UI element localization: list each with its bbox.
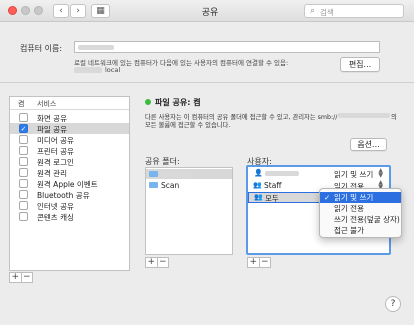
close-window-icon[interactable] — [8, 6, 17, 15]
service-add-remove: + − — [9, 272, 33, 283]
search-input[interactable]: ⌕ 검색 — [304, 4, 404, 18]
forward-button[interactable]: › — [70, 4, 86, 18]
service-row[interactable]: 원격 Apple 이벤트 — [10, 178, 129, 189]
permission-menu: ✓ 읽기 및 쓰기 읽기 전용 쓰기 전용(덮굴 상자) 접근 불가 — [319, 188, 402, 238]
user-name: 모두 — [265, 194, 279, 203]
remove-user-button[interactable]: − — [258, 258, 271, 267]
add-user-button[interactable]: + — [248, 258, 259, 267]
service-row[interactable]: 미디어 공유 — [10, 134, 129, 145]
local-hostname-value — [74, 67, 102, 73]
search-icon: ⌕ — [310, 6, 316, 16]
folder-name-value — [161, 172, 191, 177]
folder-name: Scan — [161, 181, 180, 190]
add-service-button[interactable]: + — [10, 273, 21, 282]
service-checkbox[interactable] — [19, 157, 28, 166]
checkmark-icon: ✓ — [324, 193, 331, 202]
service-row[interactable]: 화면 공유 — [10, 112, 129, 123]
menu-item-read-only[interactable]: 읽기 전용 — [320, 203, 401, 214]
service-row[interactable]: 콘텐츠 캐싱 — [10, 211, 129, 222]
everyone-icon: 👥 — [254, 193, 263, 201]
menu-item-no-access[interactable]: 접근 불가 — [320, 225, 401, 236]
service-checkbox[interactable] — [19, 135, 28, 144]
service-checkbox[interactable] — [19, 179, 28, 188]
computer-name-label: 컴퓨터 이름: — [20, 44, 63, 53]
status-indicator-icon — [145, 99, 151, 105]
folder-add-remove: + − — [145, 257, 169, 268]
grid-icon: ▦ — [96, 6, 105, 16]
service-row[interactable]: 프린터 공유 — [10, 145, 129, 156]
desc-line1-end: 의 — [391, 114, 397, 121]
service-checkbox[interactable] — [19, 113, 28, 122]
minimize-window-icon[interactable] — [21, 6, 30, 15]
user-name: Staff — [264, 181, 282, 190]
user-add-remove: + − — [247, 257, 271, 268]
remove-folder-button[interactable]: − — [156, 258, 169, 267]
services-list-header: 켬 서비스 — [10, 97, 129, 110]
shared-folders-label: 공유 폴더: — [145, 157, 180, 166]
show-all-button[interactable]: ▦ — [91, 4, 110, 18]
menu-item-label: 읽기 및 쓰기 — [334, 193, 374, 202]
menu-item-write-only[interactable]: 쓰기 전용(덮굴 상자) — [320, 214, 401, 225]
user-row[interactable]: 👤 읽기 및 쓰기 ▲ ▼ — [248, 167, 389, 180]
service-row[interactable]: 원격 관리 — [10, 167, 129, 178]
file-sharing-status: 파일 공유: 켬 — [155, 98, 201, 107]
edit-hostname-button[interactable]: 편집... — [340, 57, 380, 72]
folder-icon — [149, 182, 158, 188]
chevron-left-icon: ‹ — [59, 6, 63, 16]
help-button[interactable]: ? — [385, 296, 401, 312]
service-checkbox[interactable] — [19, 190, 28, 199]
service-checkbox[interactable] — [19, 201, 28, 210]
service-row[interactable]: ✓ 파일 공유 — [10, 123, 129, 134]
user-permission[interactable]: 읽기 및 쓰기 — [334, 169, 373, 180]
updown-icon: ▲▼ — [378, 167, 383, 179]
header-service: 서비스 — [37, 100, 57, 108]
services-list: 켬 서비스 화면 공유 ✓ 파일 공유 미디어 공유 프린터 공유 원격 로그인 원격 관리… — [9, 96, 130, 271]
add-folder-button[interactable]: + — [146, 258, 157, 267]
group-icon: 👥 — [253, 181, 262, 189]
service-checkbox[interactable]: ✓ — [19, 124, 28, 133]
service-checkbox[interactable] — [19, 146, 28, 155]
folder-icon — [149, 171, 158, 177]
folder-row[interactable] — [146, 169, 232, 179]
service-row[interactable]: Bluetooth 공유 — [10, 189, 129, 200]
folder-row[interactable]: Scan — [146, 180, 232, 190]
service-row[interactable]: 인터넷 공유 — [10, 200, 129, 211]
smb-address-value — [338, 113, 390, 118]
service-checkbox[interactable] — [19, 212, 28, 221]
header-on: 켬 — [18, 100, 25, 108]
zoom-window-icon[interactable] — [34, 6, 43, 15]
computer-name-field[interactable] — [74, 41, 380, 53]
divider — [0, 82, 414, 83]
service-row[interactable]: 원격 로그인 — [10, 156, 129, 167]
back-button[interactable]: ‹ — [53, 4, 69, 18]
options-button[interactable]: 옵션... — [350, 138, 387, 151]
service-checkbox[interactable] — [19, 168, 28, 177]
person-icon: 👤 — [254, 169, 263, 177]
shared-folders-list: Scan — [145, 167, 233, 255]
service-label: 콘텐츠 캐싱 — [37, 213, 74, 222]
title-bar: ‹ › ▦ 공유 ⌕ 검색 — [0, 0, 414, 22]
user-name-value — [265, 171, 299, 176]
remove-service-button[interactable]: − — [20, 273, 33, 282]
window-title: 공유 — [201, 8, 219, 18]
local-hostname-suffix: local — [105, 66, 121, 74]
desc-line2: 모든 볼륨에 접근할 수 있습니다. — [145, 122, 231, 129]
search-placeholder: 검색 — [320, 8, 334, 17]
menu-item-read-write[interactable]: ✓ 읽기 및 쓰기 — [320, 192, 401, 203]
chevron-right-icon: › — [76, 6, 80, 16]
computer-name-value — [78, 45, 114, 50]
